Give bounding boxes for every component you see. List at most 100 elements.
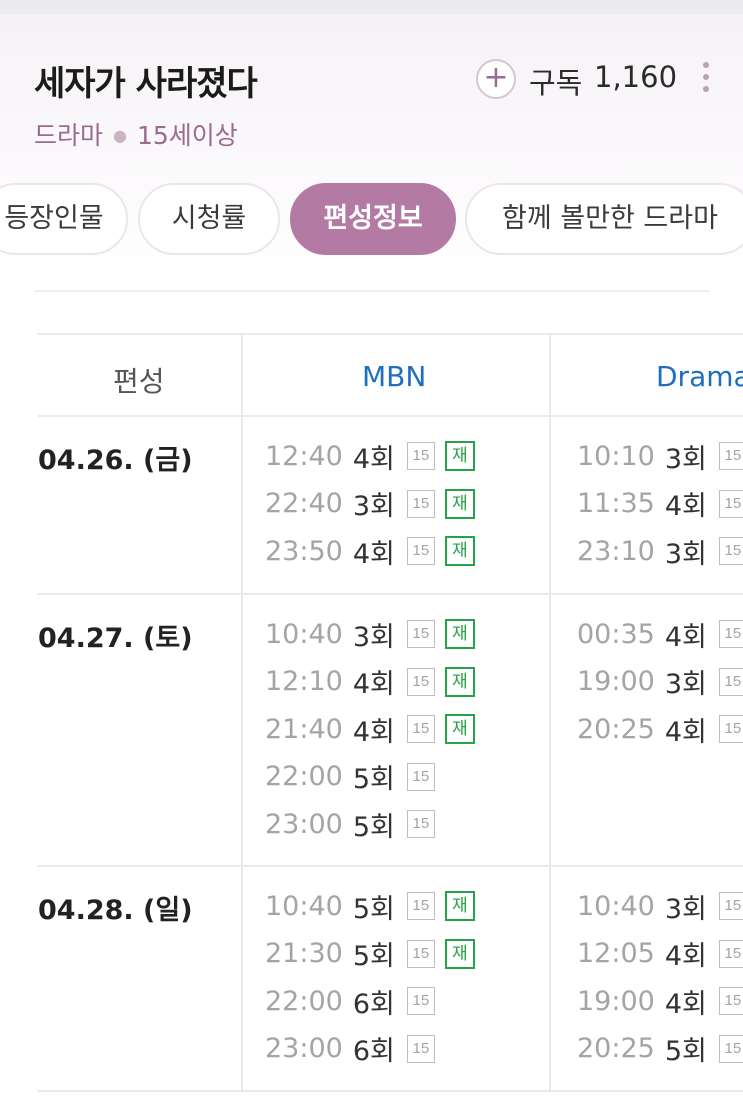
tab-characters[interactable]: 등장인물 (0, 183, 128, 255)
airtime: 12:10 (265, 666, 343, 697)
episode-number: 5회 (352, 811, 395, 843)
broadcast-slot[interactable]: 20:25 5회 15 (577, 1031, 743, 1067)
kebab-icon[interactable] (700, 62, 712, 96)
section-divider (34, 290, 710, 292)
age-15-badge: 15 (718, 620, 743, 648)
broadcast-slot[interactable]: 12:05 4회 15 (577, 936, 743, 972)
airtime: 12:05 (577, 938, 655, 969)
episode-number: 4회 (352, 716, 395, 748)
episode-number: 5회 (352, 941, 395, 972)
airtime: 23:10 (577, 535, 655, 567)
episode-number: 5회 (664, 1036, 707, 1067)
age-15-badge: 15 (406, 1034, 435, 1063)
airtime: 23:50 (265, 535, 343, 567)
airtime: 10:40 (265, 890, 343, 922)
broadcast-slot[interactable]: 12:10 4회 15 재 (265, 664, 475, 700)
age-15-badge: 15 (406, 442, 435, 470)
broadcast-slot[interactable]: 12:40 4회 15 재 (265, 438, 475, 475)
channel-header-drama[interactable]: Drama (656, 360, 743, 393)
broadcast-slot[interactable]: 19:00 3회 15 (577, 664, 743, 700)
age-15-badge: 15 (406, 762, 435, 791)
broadcast-slot[interactable]: 21:30 5회 15 재 (265, 936, 475, 972)
age-15-badge: 15 (718, 892, 743, 920)
broadcast-slot[interactable]: 10:40 5회 15 재 (265, 888, 475, 925)
table-border (38, 1090, 743, 1092)
age-15-badge: 15 (718, 987, 743, 1015)
rerun-badge: 재 (444, 536, 475, 566)
airtime: 22:00 (265, 761, 343, 792)
rerun-badge: 재 (444, 714, 475, 744)
airtime: 10:40 (265, 618, 343, 650)
episode-number: 3회 (664, 669, 707, 700)
table-border (38, 865, 743, 867)
age-15-badge: 15 (718, 442, 743, 470)
program-title: 세자가 사라졌다 (34, 64, 258, 104)
table-border (549, 333, 551, 1090)
tab-recommended-dramas[interactable]: 함께 볼만한 드라마 (465, 183, 743, 255)
episode-number: 6회 (352, 1036, 395, 1067)
airtime: 20:25 (577, 1033, 655, 1064)
airtime: 20:25 (577, 713, 655, 745)
broadcast-slot[interactable]: 00:35 4회 15 (577, 616, 743, 653)
broadcast-slot[interactable]: 10:10 3회 15 (577, 438, 743, 475)
airtime: 21:30 (265, 938, 343, 969)
tab-schedule[interactable]: 편성정보 (290, 183, 456, 255)
channel-header-mbn[interactable]: MBN (362, 360, 426, 393)
broadcast-slot[interactable]: 23:00 5회 15 (265, 806, 435, 843)
age-15-badge: 15 (718, 715, 743, 743)
age-rating-label: 15세이상 (136, 121, 238, 150)
episode-number: 4회 (352, 443, 395, 475)
schedule-date: 04.27. (토) (38, 623, 193, 654)
age-15-badge: 15 (406, 892, 435, 920)
rerun-badge: 재 (444, 488, 475, 519)
status-strip (0, 0, 743, 14)
broadcast-slot[interactable]: 22:00 5회 15 (265, 759, 435, 795)
airtime: 10:10 (577, 440, 655, 472)
separator-dot: ● (113, 126, 127, 145)
program-meta: 드라마 ● 15세이상 (34, 116, 238, 152)
broadcast-slot[interactable]: 22:00 6회 15 (265, 983, 435, 1020)
episode-number: 4회 (664, 491, 707, 522)
table-border (241, 333, 243, 1090)
episode-number: 4회 (352, 538, 395, 570)
schedule-header-label: 편성 (113, 365, 165, 398)
airtime: 23:00 (265, 808, 343, 840)
table-border (38, 593, 743, 595)
age-15-badge: 15 (406, 620, 435, 648)
episode-number: 4회 (664, 941, 707, 972)
episode-number: 5회 (352, 764, 395, 795)
episode-number: 6회 (352, 988, 395, 1020)
age-15-badge: 15 (406, 987, 435, 1015)
age-15-badge: 15 (718, 1034, 743, 1063)
broadcast-slot[interactable]: 20:25 4회 15 (577, 711, 743, 748)
rerun-badge: 재 (444, 938, 475, 969)
tab-ratings[interactable]: 시청률 (138, 183, 280, 255)
airtime: 11:35 (577, 488, 655, 519)
plus-icon[interactable]: + (476, 59, 516, 99)
broadcast-slot[interactable]: 10:40 3회 15 (577, 888, 743, 925)
broadcast-slot[interactable]: 19:00 4회 15 (577, 983, 743, 1020)
broadcast-slot[interactable]: 21:40 4회 15 재 (265, 711, 475, 748)
episode-number: 3회 (664, 443, 707, 475)
broadcast-slot[interactable]: 23:00 6회 15 (265, 1031, 435, 1067)
broadcast-slot[interactable]: 23:50 4회 15 재 (265, 533, 475, 570)
age-15-badge: 15 (406, 715, 435, 743)
episode-number: 4회 (352, 669, 395, 700)
genre-label[interactable]: 드라마 (34, 121, 103, 150)
age-15-badge: 15 (718, 939, 743, 968)
age-15-badge: 15 (718, 667, 743, 696)
episode-number: 3회 (664, 893, 707, 925)
age-15-badge: 15 (406, 537, 435, 565)
episode-number: 3회 (352, 491, 395, 522)
broadcast-slot[interactable]: 10:40 3회 15 재 (265, 616, 475, 653)
rerun-badge: 재 (444, 619, 475, 649)
broadcast-slot[interactable]: 22:40 3회 15 재 (265, 486, 475, 522)
broadcast-slot[interactable]: 11:35 4회 15 (577, 486, 743, 522)
episode-number: 3회 (352, 621, 395, 653)
table-border (38, 333, 743, 335)
airtime: 19:00 (577, 666, 655, 697)
rerun-badge: 재 (444, 666, 475, 697)
broadcast-slot[interactable]: 23:10 3회 15 (577, 533, 743, 570)
subscribe-button[interactable]: 구독 (529, 60, 582, 102)
age-15-badge: 15 (718, 537, 743, 565)
